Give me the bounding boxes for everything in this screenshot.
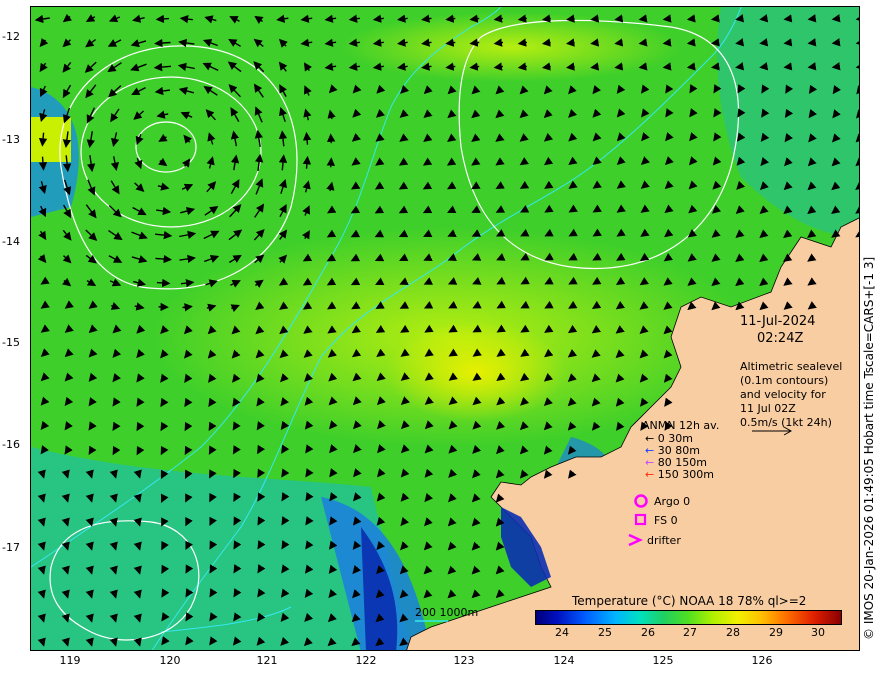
velocity-arrow [662, 38, 672, 47]
y-tick-label: -12 [2, 30, 20, 43]
warm-spot [386, 322, 566, 422]
y-tick-label: -15 [2, 336, 20, 349]
colorbar-tick: 27 [683, 626, 697, 639]
velocity-arrow [590, 14, 600, 23]
velocity-arrow [759, 14, 769, 23]
warm-patch-northwest [31, 117, 71, 162]
velocity-arrow [807, 62, 817, 71]
velocity-arrow [614, 14, 624, 23]
map-date: 11-Jul-2024 [740, 314, 816, 329]
velocity-arrow [327, 133, 336, 144]
legend-title: ANMN 12h av. [642, 419, 720, 432]
credit-text: © IMOS 20-Jan-2026 01:49:05 Hobart time … [862, 256, 876, 640]
drifter-chevron-icon [628, 533, 643, 547]
velocity-arrow [710, 62, 720, 71]
altimetry-note-line: (0.1m contours) [740, 374, 829, 387]
velocity-arrow [566, 14, 575, 23]
velocity-arrow [638, 62, 648, 71]
velocity-arrow [566, 38, 575, 47]
colorbar-tick: 24 [555, 626, 569, 639]
scale-arrow-icon [752, 426, 793, 436]
velocity-arrow [638, 38, 648, 47]
colorbar-tick: 29 [769, 626, 783, 639]
velocity-arrow [590, 38, 600, 47]
colorbar-tick: 26 [641, 626, 655, 639]
colorbar-title: Temperature (°C) NOAA 18 78% ql>=2 [572, 594, 807, 608]
velocity-arrow [38, 156, 48, 171]
x-tick-label: 123 [453, 654, 475, 667]
velocity-arrow [662, 62, 672, 71]
velocity-arrow [710, 14, 720, 23]
isobath-label: 200 1000m [415, 606, 479, 619]
velocity-arrow [614, 38, 624, 47]
velocity-arrow [807, 38, 817, 47]
velocity-arrow [807, 14, 817, 23]
velocity-arrow [155, 14, 170, 24]
velocity-arrow [156, 278, 171, 288]
velocity-arrow [783, 14, 793, 23]
argo-label: Argo 0 [654, 495, 691, 508]
y-tick-label: -14 [2, 235, 20, 248]
velocity-arrow [614, 62, 624, 71]
sst-map-graphic [31, 7, 859, 650]
velocity-arrow [831, 14, 841, 23]
velocity-arrow [182, 303, 193, 312]
x-tick-label: 122 [355, 654, 377, 667]
velocity-arrow [590, 62, 600, 71]
velocity-arrow [566, 62, 575, 71]
temperature-colorbar [535, 610, 842, 625]
x-tick-label: 125 [652, 654, 674, 667]
argo-circle-icon [634, 494, 648, 508]
colorbar-tick: 30 [811, 626, 825, 639]
velocity-arrow [686, 14, 696, 23]
x-tick-label: 121 [256, 654, 278, 667]
velocity-arrow [326, 157, 336, 168]
altimetry-note-line: 11 Jul 02Z [740, 402, 796, 415]
altimetry-note-line: and velocity for [740, 388, 826, 401]
velocity-arrow [710, 38, 720, 47]
velocity-arrow [735, 38, 745, 47]
velocity-arrow [302, 131, 312, 145]
velocity-arrow [686, 62, 696, 71]
legend-item-label: 150 300m [657, 468, 714, 481]
y-tick-label: -17 [2, 541, 20, 554]
x-tick-label: 124 [553, 654, 575, 667]
velocity-arrow [662, 14, 672, 23]
velocity-arrow [759, 38, 769, 47]
x-tick-label: 126 [751, 654, 773, 667]
x-tick-label: 120 [159, 654, 181, 667]
fs-label: FS 0 [654, 514, 678, 527]
isobath-line-icon [415, 620, 448, 622]
velocity-arrow [759, 62, 769, 71]
map-time: 02:24Z [757, 331, 804, 346]
x-tick-label: 119 [59, 654, 81, 667]
arrow-icon: ← [645, 468, 655, 481]
drifter-label: drifter [647, 534, 681, 547]
velocity-arrow [735, 62, 745, 71]
velocity-arrow [783, 62, 793, 71]
y-tick-label: -13 [2, 133, 20, 146]
velocity-arrow [154, 38, 171, 48]
velocity-arrow [831, 62, 841, 71]
velocity-arrow [302, 155, 312, 169]
velocity-arrow [783, 38, 793, 47]
legend-item: ← 150 300m [645, 469, 714, 481]
colorbar-tick: 28 [726, 626, 740, 639]
altimetry-note-line: Altimetric sealevel [740, 360, 843, 373]
y-tick-label: -16 [2, 438, 20, 451]
fs-square-icon [634, 513, 647, 526]
velocity-arrow [735, 14, 745, 23]
colorbar-tick: 25 [598, 626, 612, 639]
velocity-arrow [638, 14, 648, 23]
map-panel [30, 6, 860, 651]
velocity-arrow [831, 38, 841, 47]
velocity-arrow [686, 38, 696, 47]
